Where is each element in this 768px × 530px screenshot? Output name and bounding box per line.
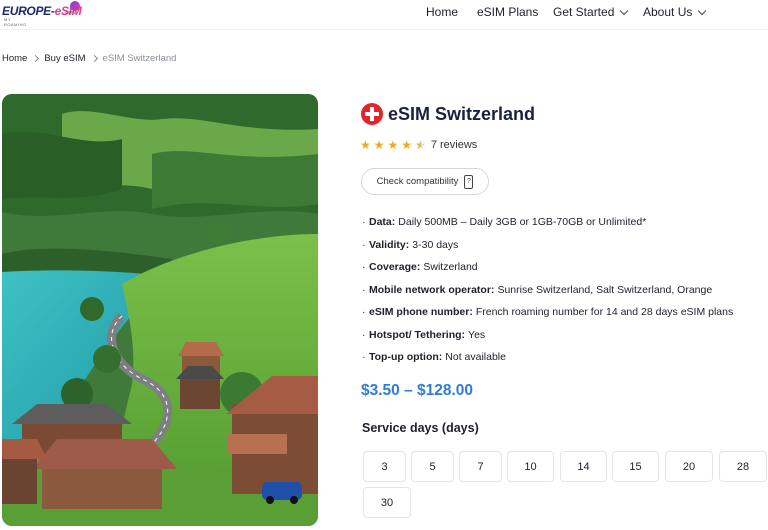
- star-icon: ★: [373, 138, 385, 152]
- day-option-5[interactable]: 5: [411, 451, 454, 482]
- breadcrumb-buy-esim[interactable]: Buy eSIM: [44, 53, 85, 64]
- breadcrumb: Home Buy eSIM eSIM Switzerland: [2, 53, 176, 64]
- list-item: · Hotspot/ Tethering: Yes: [362, 328, 486, 341]
- nav-home[interactable]: Home: [426, 5, 458, 19]
- price-range: $3.50 – $128.00: [361, 382, 474, 399]
- breadcrumb-home[interactable]: Home: [2, 53, 27, 64]
- check-compatibility-button[interactable]: Check compatibility ?: [361, 168, 489, 195]
- chevron-down-icon: [698, 6, 707, 15]
- breadcrumb-current: eSIM Switzerland: [102, 53, 177, 64]
- star-icon: ★: [401, 138, 413, 152]
- chevron-right-icon: [90, 54, 98, 63]
- list-item: · Coverage: Switzerland: [362, 261, 478, 273]
- phone-question-icon: ?: [464, 174, 474, 189]
- nav-get-started[interactable]: Get Started: [553, 5, 629, 19]
- service-days-label: Service days (days): [362, 421, 479, 435]
- day-option-15[interactable]: 15: [612, 451, 659, 482]
- list-item: · Validity: 3-30 days: [362, 238, 459, 251]
- page-title: eSIM Switzerland: [388, 103, 536, 124]
- product-image[interactable]: [2, 94, 318, 526]
- day-option-28[interactable]: 28: [719, 451, 767, 482]
- chevron-right-icon: [32, 54, 40, 63]
- list-item: · Data: Daily 500MB – Daily 3GB or 1GB-70G…: [362, 216, 647, 228]
- day-option-7[interactable]: 7: [459, 451, 502, 482]
- day-option-3[interactable]: 3: [363, 451, 406, 482]
- swiss-landscape-image: [2, 94, 318, 526]
- check-compatibility-label: Check compatibility: [376, 176, 459, 187]
- list-item: · Top-up option: Not available: [362, 351, 506, 363]
- list-item: · Mobile network operator: Sunrise Switzer…: [362, 283, 713, 296]
- star-icon: ★: [387, 138, 399, 152]
- logo-tagline: MY ROAMING: [4, 17, 27, 27]
- logo-tld: .com: [64, 10, 75, 16]
- product-title-row: eSIM Switzerland: [361, 103, 535, 125]
- site-header: EUROPE-eSIM .com MY ROAMING Home eSIM Pl…: [0, 0, 768, 30]
- day-option-20[interactable]: 20: [665, 451, 713, 482]
- half-star-icon: ★: [415, 138, 426, 152]
- day-option-14[interactable]: 14: [560, 451, 607, 482]
- rating: ★ ★ ★ ★ ★ 7 reviews: [360, 139, 477, 151]
- list-item: · eSIM phone number: French roaming number…: [362, 306, 734, 318]
- reviews-link[interactable]: 7 reviews: [431, 139, 477, 151]
- nav-esim-plans[interactable]: eSIM Plans: [477, 5, 538, 19]
- star-icon: ★: [360, 138, 371, 152]
- chevron-down-icon: [620, 6, 629, 15]
- swiss-flag-icon: [361, 103, 383, 125]
- day-option-10[interactable]: 10: [507, 451, 554, 482]
- nav-about-us[interactable]: About Us: [643, 5, 707, 19]
- day-option-30[interactable]: 30: [363, 487, 411, 518]
- feature-list: · Data: Daily 500MB – Daily 3GB or 1GB-70G…: [362, 211, 733, 369]
